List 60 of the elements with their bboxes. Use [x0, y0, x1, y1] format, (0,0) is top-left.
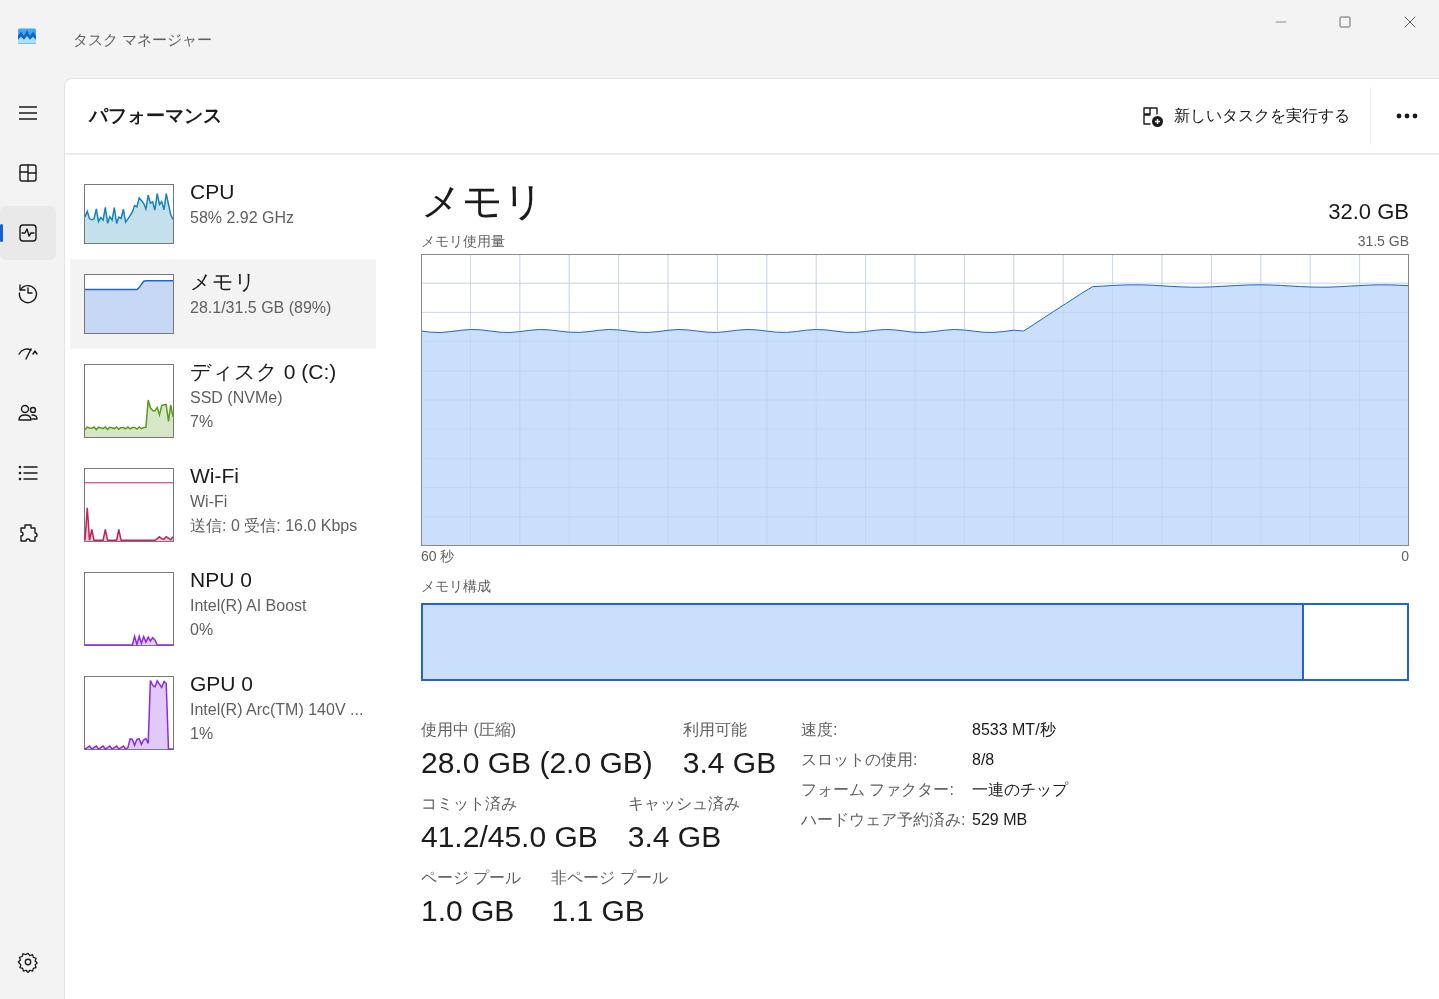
- device-detail: Intel(R) Arc(TM) 140V ...: [190, 700, 364, 720]
- stat-value: 28.0 GB (2.0 GB): [421, 745, 653, 781]
- stat-label: 利用可能: [682, 720, 748, 740]
- more-icon: [1395, 112, 1419, 120]
- stat-label: ページ プール: [421, 868, 522, 888]
- device-name: GPU 0: [190, 671, 255, 697]
- device-name: ディスク 0 (C:): [190, 359, 337, 385]
- stat-label: 使用中 (圧縮): [421, 720, 518, 740]
- history-icon: [16, 281, 40, 305]
- stat-value: 1.0 GB: [421, 893, 516, 929]
- device-detail: 1%: [190, 724, 215, 744]
- chart-label: メモリ使用量: [421, 232, 505, 251]
- stat-label: コミット済み: [421, 794, 518, 814]
- device-detail: SSD (NVMe): [190, 388, 284, 408]
- chart-label: メモリ構成: [421, 577, 492, 596]
- device-item[interactable]: CPU 58% 2.92 GHz: [70, 169, 376, 259]
- app-logo-icon: [15, 27, 39, 45]
- device-detail: Wi-Fi: [190, 492, 229, 512]
- property-label: ハードウェア予約済み:: [801, 810, 967, 830]
- window-title: タスク マネージャー: [73, 30, 213, 50]
- stat-label: キャッシュ済み: [627, 794, 740, 814]
- stat-value: 41.2/45.0 GB: [421, 819, 598, 855]
- device-name: NPU 0: [190, 567, 253, 593]
- device-detail: Intel(R) AI Boost: [190, 596, 307, 616]
- page-title: パフォーマンス: [89, 104, 222, 128]
- pulse-icon: [16, 221, 40, 245]
- device-item[interactable]: ディスク 0 (C:) SSD (NVMe) 7%: [70, 349, 376, 453]
- device-name: Wi-Fi: [190, 463, 240, 489]
- run-task-button[interactable]: 新しいタスクを実行する: [1132, 98, 1358, 134]
- stat-value: 3.4 GB: [682, 745, 777, 781]
- device-detail: 0%: [190, 620, 215, 640]
- device-item[interactable]: NPU 0 Intel(R) AI Boost 0%: [70, 557, 376, 661]
- device-item[interactable]: GPU 0 Intel(R) Arc(TM) 140V ... 1%: [70, 661, 376, 765]
- axis-max-label: 31.5 GB: [1357, 232, 1409, 251]
- device-detail: 28.1/31.5 GB (89%): [190, 298, 332, 318]
- time-axis-label: 60 秒: [421, 547, 455, 566]
- stat-value: 3.4 GB: [627, 819, 723, 855]
- property-value: 一連のチップ: [972, 780, 1068, 800]
- resource-title: メモリ: [421, 178, 544, 225]
- device-name: CPU: [190, 179, 236, 205]
- property-value: 8533 MT/秒: [972, 720, 1057, 740]
- property-label: 速度:: [801, 720, 839, 740]
- grid-icon: [16, 161, 40, 185]
- settings-icon: [17, 951, 39, 973]
- stat-value: 1.1 GB: [551, 893, 646, 929]
- device-detail: 7%: [190, 412, 215, 432]
- device-item[interactable]: メモリ 28.1/31.5 GB (89%): [70, 259, 376, 349]
- add-task-icon: [1140, 104, 1164, 128]
- device-name: メモリ: [190, 269, 257, 295]
- nav-item[interactable]: [0, 206, 56, 260]
- device-detail: 58% 2.92 GHz: [190, 208, 295, 228]
- device-item[interactable]: Wi-Fi Wi-Fi 送信: 0 受信: 16.0 Kbps: [70, 453, 376, 557]
- device-detail: 送信: 0 受信: 16.0 Kbps: [190, 516, 358, 536]
- time-axis-label: 0: [1401, 547, 1409, 566]
- stat-label: 非ページ プール: [551, 868, 668, 888]
- total-memory: 32.0 GB: [1328, 199, 1409, 225]
- property-label: スロットの使用:: [801, 750, 919, 770]
- property-value: 8/8: [972, 750, 996, 770]
- property-value: 529 MB: [972, 810, 1029, 830]
- property-label: フォーム ファクター:: [801, 780, 955, 800]
